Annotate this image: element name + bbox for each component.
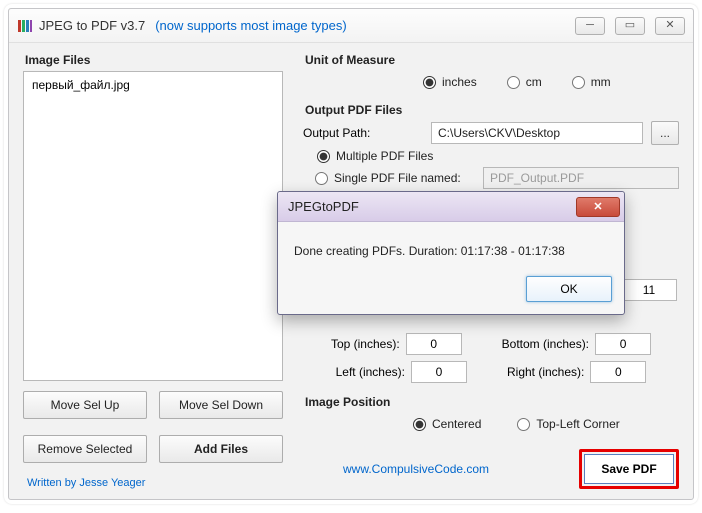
- main-window: JPEG to PDF v3.7 (now supports most imag…: [8, 8, 694, 500]
- remove-selected-button[interactable]: Remove Selected: [23, 435, 147, 463]
- unit-mm-label: mm: [591, 75, 611, 89]
- image-files-list[interactable]: первый_файл.jpg: [23, 71, 283, 381]
- window-title: JPEG to PDF v3.7: [39, 18, 145, 33]
- multiple-pdf-radio[interactable]: Multiple PDF Files: [317, 149, 679, 163]
- bottom-margin-input[interactable]: 0: [595, 333, 651, 355]
- dialog-ok-button[interactable]: OK: [526, 276, 612, 302]
- website-link[interactable]: www.CompulsiveCode.com: [343, 462, 489, 476]
- top-margin-label: Top (inches):: [331, 337, 400, 351]
- output-path-input[interactable]: [431, 122, 643, 144]
- output-path-label: Output Path:: [303, 126, 423, 140]
- dialog-close-button[interactable]: ✕: [576, 197, 620, 217]
- completion-dialog: JPEGtoPDF ✕ Done creating PDFs. Duration…: [277, 191, 625, 315]
- maximize-button[interactable]: ▭: [615, 17, 645, 35]
- titlebar: JPEG to PDF v3.7 (now supports most imag…: [9, 9, 693, 43]
- single-pdf-name-input[interactable]: [483, 167, 679, 189]
- right-margin-label: Right (inches):: [507, 365, 584, 379]
- page-height-input[interactable]: 11: [621, 279, 677, 301]
- topleft-label: Top-Left Corner: [536, 417, 619, 431]
- window-subtitle: (now supports most image types): [155, 18, 346, 33]
- top-margin-input[interactable]: 0: [406, 333, 462, 355]
- unit-inches-radio[interactable]: inches: [423, 75, 477, 89]
- image-files-header: Image Files: [25, 53, 283, 67]
- unit-cm-radio[interactable]: cm: [507, 75, 542, 89]
- save-pdf-button[interactable]: Save PDF: [584, 454, 674, 484]
- bottom-margin-label: Bottom (inches):: [502, 337, 589, 351]
- move-up-button[interactable]: Move Sel Up: [23, 391, 147, 419]
- minimize-button[interactable]: ─: [575, 17, 605, 35]
- topleft-radio[interactable]: Top-Left Corner: [517, 417, 619, 431]
- position-header: Image Position: [305, 395, 679, 409]
- centered-label: Centered: [432, 417, 481, 431]
- close-icon: ✕: [593, 200, 602, 213]
- list-item[interactable]: первый_файл.jpg: [32, 78, 274, 92]
- app-icon: [17, 18, 33, 34]
- right-margin-input[interactable]: 0: [590, 361, 646, 383]
- save-highlight: Save PDF: [579, 449, 679, 489]
- single-pdf-radio[interactable]: Single PDF File named:: [315, 171, 475, 185]
- close-button[interactable]: ✕: [655, 17, 685, 35]
- centered-radio[interactable]: Centered: [413, 417, 481, 431]
- unit-cm-label: cm: [526, 75, 542, 89]
- add-files-button[interactable]: Add Files: [159, 435, 283, 463]
- move-down-button[interactable]: Move Sel Down: [159, 391, 283, 419]
- browse-button[interactable]: ...: [651, 121, 679, 145]
- author-credit: Written by Jesse Yeager: [23, 477, 283, 489]
- unit-mm-radio[interactable]: mm: [572, 75, 611, 89]
- multiple-pdf-label: Multiple PDF Files: [336, 149, 433, 163]
- left-margin-input[interactable]: 0: [411, 361, 467, 383]
- dialog-title: JPEGtoPDF: [288, 199, 359, 214]
- unit-inches-label: inches: [442, 75, 477, 89]
- output-header: Output PDF Files: [305, 103, 679, 117]
- unit-header: Unit of Measure: [305, 53, 679, 67]
- dialog-message: Done creating PDFs. Duration: 01:17:38 -…: [278, 222, 624, 268]
- left-margin-label: Left (inches):: [336, 365, 405, 379]
- single-pdf-label: Single PDF File named:: [334, 171, 461, 185]
